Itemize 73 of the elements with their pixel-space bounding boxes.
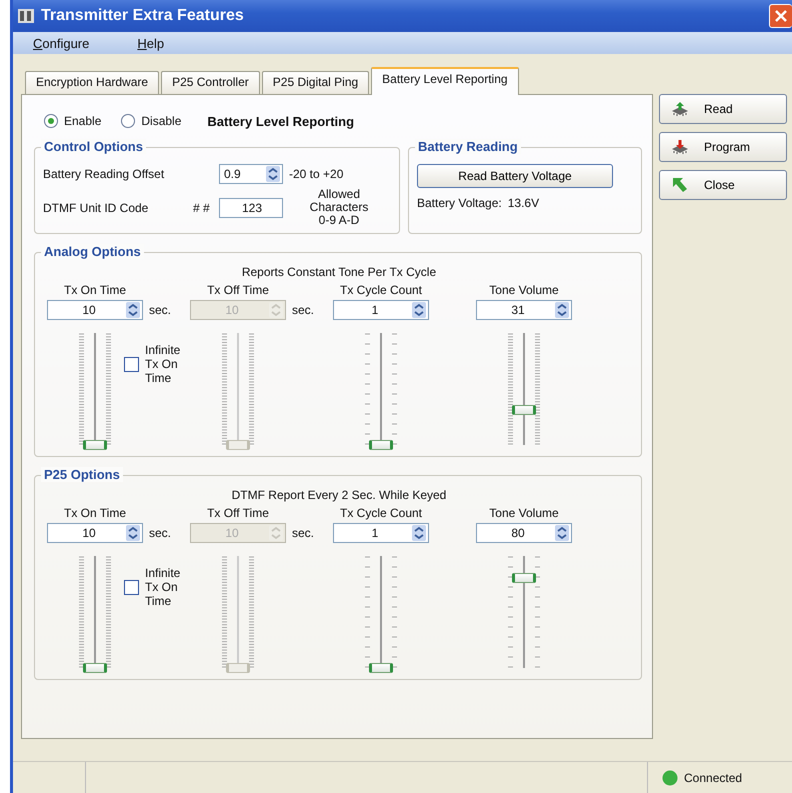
status-text: Connected (684, 770, 742, 784)
slider-thumb[interactable] (369, 663, 393, 673)
radio-button[interactable] (121, 114, 136, 128)
group-title: P25 Options (41, 467, 123, 482)
spin-arrows-icon[interactable] (126, 525, 140, 541)
group-title: Battery Reading (415, 139, 521, 154)
group-title: Analog Options (41, 244, 144, 259)
field-label: DTMF Unit ID Code (43, 200, 150, 214)
field-label: Tx Cycle Count (338, 506, 424, 520)
chip-upload-icon (670, 100, 690, 118)
hint-text: 0-9 A-D (318, 214, 360, 227)
group-title: Control Options (41, 139, 146, 154)
radio-label: Enable (64, 114, 102, 128)
number-field[interactable]: 0.9 (219, 164, 283, 184)
caption-text: DTMF Report Every 2 Sec. While Keyed (230, 488, 448, 502)
field-label: Tx On Time (62, 506, 127, 520)
app-icon (17, 8, 35, 24)
field-label: Tx Cycle Count (338, 283, 424, 297)
menu-item[interactable]: Configure (25, 36, 98, 50)
field-label: Tone Volume (488, 506, 560, 520)
radio-label: Disable (141, 114, 182, 128)
field-label: Tone Volume (488, 283, 560, 297)
number-field[interactable]: 1 (333, 523, 429, 543)
slider-thumb[interactable] (83, 663, 107, 673)
caption-text: Reports Constant Tone Per Tx Cycle (240, 265, 438, 279)
voltage-value: 13.6V (508, 196, 540, 210)
range-text: -20 to +20 (288, 167, 344, 181)
hint-text: Allowed Characters (308, 188, 370, 214)
voltage-label: Battery Voltage: (417, 196, 502, 210)
slider-thumb[interactable] (369, 440, 393, 450)
field-label: Tx Off Time (206, 506, 270, 520)
chip-download-icon (670, 138, 690, 156)
checkbox[interactable] (124, 580, 139, 594)
number-field[interactable]: 10 (47, 523, 143, 543)
slider-thumb[interactable] (512, 573, 536, 584)
spin-arrows-icon[interactable] (555, 525, 569, 541)
number-field[interactable]: 31 (476, 300, 572, 320)
side-button[interactable]: Read (659, 94, 787, 124)
checkbox-label: Infinite Tx On Time (145, 566, 182, 608)
number-field[interactable]: 1 (333, 300, 429, 320)
number-field[interactable]: 80 (476, 523, 572, 543)
prefix-text: # # (193, 200, 211, 214)
arrow-icon (670, 176, 690, 194)
input-field[interactable]: 123 (219, 198, 283, 218)
read-voltage-button[interactable]: Read Battery Voltage (417, 164, 613, 188)
section-title: Battery Level Reporting (207, 114, 354, 128)
close-icon[interactable] (769, 4, 792, 28)
spin-arrows-icon[interactable] (126, 302, 140, 318)
tab[interactable]: P25 Controller (161, 71, 260, 94)
checkbox[interactable] (124, 356, 139, 372)
menu-item[interactable]: Help (129, 36, 172, 50)
field-label: Tx On Time (62, 283, 127, 297)
field-label: Tx Off Time (206, 283, 270, 297)
number-field[interactable]: 10 (47, 300, 143, 320)
side-button[interactable]: Program (659, 132, 787, 162)
side-button[interactable]: Close (659, 170, 787, 200)
radio-button[interactable] (44, 114, 58, 128)
tab[interactable]: Battery Level Reporting (371, 67, 519, 95)
spin-arrows-icon[interactable] (412, 302, 426, 318)
tab[interactable]: P25 Digital Ping (262, 71, 370, 94)
window-title: Transmitter Extra Features (41, 7, 245, 25)
unit-label: sec. (149, 526, 172, 540)
spin-arrows-icon[interactable] (555, 302, 569, 318)
unit-label: sec. (292, 526, 314, 540)
slider-thumb[interactable] (512, 405, 536, 416)
unit-label: sec. (292, 303, 314, 317)
slider-thumb[interactable] (83, 440, 107, 450)
spin-arrows-icon[interactable] (412, 525, 426, 541)
checkbox-label: Infinite Tx On Time (145, 343, 182, 385)
tab[interactable]: Encryption Hardware (25, 71, 160, 94)
unit-label: sec. (149, 303, 172, 317)
field-label: Battery Reading Offset (43, 167, 166, 181)
spin-arrows-icon[interactable] (266, 166, 280, 182)
